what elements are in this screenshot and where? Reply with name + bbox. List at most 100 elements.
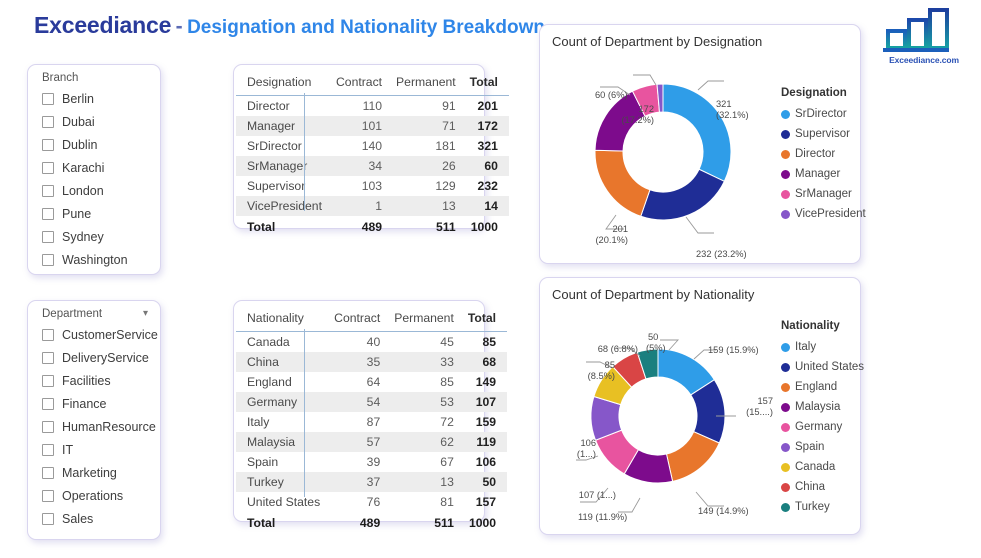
table-row[interactable]: Canada 40 45 85: [236, 332, 507, 353]
legend-color-swatch: [781, 462, 790, 472]
legend-label: Italy: [795, 341, 817, 353]
checkbox-icon[interactable]: [42, 207, 54, 220]
slicer-item-customerservice[interactable]: CustomerService: [42, 323, 158, 346]
legend-item-vicepresident[interactable]: VicePresident: [781, 204, 866, 224]
checkbox-icon[interactable]: [42, 253, 54, 266]
cell-nationality: Malaysia: [236, 432, 328, 452]
table-row[interactable]: England 64 85 149: [236, 372, 507, 392]
table-total-row: Total 489 511 1000: [236, 512, 507, 533]
legend-item-italy[interactable]: Italy: [781, 337, 864, 357]
designation-donut-svg[interactable]: [538, 57, 788, 247]
chevron-down-icon[interactable]: ▾: [143, 309, 148, 319]
checkbox-icon[interactable]: [42, 374, 54, 387]
table-row[interactable]: Italy 87 72 159: [236, 412, 507, 432]
cell-designation: Supervisor: [247, 179, 306, 193]
column-header[interactable]: Contract: [327, 307, 387, 332]
legend-item-srmanager[interactable]: SrManager: [781, 184, 866, 204]
legend-item-turkey[interactable]: Turkey: [781, 497, 864, 517]
donut-slice[interactable]: [640, 168, 726, 221]
column-header[interactable]: Nationality: [236, 307, 327, 332]
slicer-item-dubai[interactable]: Dubai: [42, 110, 148, 133]
slicer-item-facilities[interactable]: Facilities: [42, 369, 148, 392]
column-header[interactable]: Designation: [236, 71, 329, 96]
checkbox-icon[interactable]: [42, 443, 54, 456]
legend-item-united-states[interactable]: United States: [781, 357, 864, 377]
table-row[interactable]: Manager 101 71 172: [236, 116, 509, 136]
slicer-item-sales[interactable]: Sales: [42, 507, 148, 530]
checkbox-icon[interactable]: [42, 489, 54, 502]
column-header[interactable]: Total: [463, 71, 509, 96]
table-row[interactable]: Spain 39 67 106: [236, 452, 507, 472]
legend-item-supervisor[interactable]: Supervisor: [781, 124, 866, 144]
slicer-item-finance[interactable]: Finance: [42, 392, 148, 415]
legend-item-england[interactable]: England: [781, 377, 864, 397]
slicer-item-it[interactable]: IT: [42, 438, 148, 461]
legend-title: Designation: [781, 87, 847, 99]
checkbox-icon[interactable]: [42, 466, 54, 479]
cell-permanent: 129: [435, 179, 456, 193]
slicer-item-dublin[interactable]: Dublin: [42, 133, 148, 156]
checkbox-icon[interactable]: [42, 230, 54, 243]
slicer-item-pune[interactable]: Pune: [42, 202, 148, 225]
table-row[interactable]: Supervisor 103 129 232: [236, 176, 509, 196]
table-row[interactable]: China 35 33 68: [236, 352, 508, 372]
table-row[interactable]: VicePresident 1 13 14: [236, 196, 509, 216]
nationality-table-card[interactable]: Nationality Contract Permanent Total Can…: [233, 300, 508, 530]
data-label-supervisor: 232 (23.2%): [696, 249, 747, 259]
column-header[interactable]: Permanent: [389, 71, 463, 96]
slicer-item-sydney[interactable]: Sydney: [42, 225, 148, 248]
checkbox-icon[interactable]: [42, 328, 54, 341]
legend-item-director[interactable]: Director: [781, 144, 866, 164]
table-row[interactable]: SrDirector 140 181 321: [236, 136, 509, 156]
column-header[interactable]: Contract: [329, 71, 389, 96]
column-header[interactable]: Permanent: [387, 307, 461, 332]
donut-slice[interactable]: [665, 431, 720, 482]
cell-permanent: 13: [389, 196, 463, 216]
table-row[interactable]: Malaysia 57 62 119: [236, 432, 508, 452]
legend-item-manager[interactable]: Manager: [781, 164, 866, 184]
branch-slicer[interactable]: Branch Berlin Dubai Dublin Karachi Londo…: [27, 64, 161, 275]
table-column-divider: [304, 93, 305, 211]
legend-item-germany[interactable]: Germany: [781, 417, 864, 437]
checkbox-icon[interactable]: [42, 138, 54, 151]
cell-contract: 57: [327, 432, 388, 452]
table-row[interactable]: Director 110 91 201: [236, 96, 509, 117]
column-header[interactable]: Total: [461, 307, 507, 332]
slicer-item-operations[interactable]: Operations: [42, 484, 148, 507]
designation-donut-card[interactable]: Count of Department by Designation 172 (…: [538, 24, 866, 264]
data-label-united-states: 157 (15....): [746, 396, 773, 417]
checkbox-icon[interactable]: [42, 397, 54, 410]
table-row[interactable]: Germany 54 53 107: [236, 392, 508, 412]
table-row[interactable]: SrManager 34 26 60: [236, 156, 509, 176]
checkbox-icon[interactable]: [42, 351, 54, 364]
slicer-item-washington[interactable]: Washington: [42, 248, 148, 271]
slicer-item-marketing[interactable]: Marketing: [42, 461, 148, 484]
slicer-item-berlin[interactable]: Berlin: [42, 87, 148, 110]
legend-item-china[interactable]: China: [781, 477, 864, 497]
slicer-item-karachi[interactable]: Karachi: [42, 156, 148, 179]
checkbox-icon[interactable]: [42, 115, 54, 128]
slicer-item-deliveryservice[interactable]: DeliveryService: [42, 346, 149, 369]
cell-designation: Director: [247, 99, 290, 113]
checkbox-icon[interactable]: [42, 161, 54, 174]
checkbox-icon[interactable]: [42, 512, 54, 525]
cell-nationality: Turkey: [236, 472, 328, 492]
cell-nationality: Italy: [247, 415, 270, 429]
checkbox-icon[interactable]: [42, 184, 54, 197]
donut-slice[interactable]: [594, 149, 651, 217]
slicer-item-london[interactable]: London: [42, 179, 148, 202]
slicer-item-humanresource[interactable]: HumanResource: [42, 415, 156, 438]
legend-label: SrDirector: [795, 108, 847, 120]
legend-item-spain[interactable]: Spain: [781, 437, 864, 457]
checkbox-icon[interactable]: [42, 92, 54, 105]
cell-contract: 40: [366, 335, 381, 349]
legend-item-srdirector[interactable]: SrDirector: [781, 104, 866, 124]
department-slicer[interactable]: Department ▾ CustomerService DeliverySer…: [27, 300, 161, 540]
legend-item-canada[interactable]: Canada: [781, 457, 864, 477]
table-row[interactable]: United States 76 81 157: [236, 492, 507, 512]
table-row[interactable]: Turkey 37 13 50: [236, 472, 508, 492]
designation-table-card[interactable]: Designation Contract Permanent Total Dir…: [233, 64, 509, 234]
nationality-donut-card[interactable]: Count of Department by Nationality 50 (5…: [539, 277, 864, 535]
legend-item-malaysia[interactable]: Malaysia: [781, 397, 864, 417]
checkbox-icon[interactable]: [42, 420, 54, 433]
